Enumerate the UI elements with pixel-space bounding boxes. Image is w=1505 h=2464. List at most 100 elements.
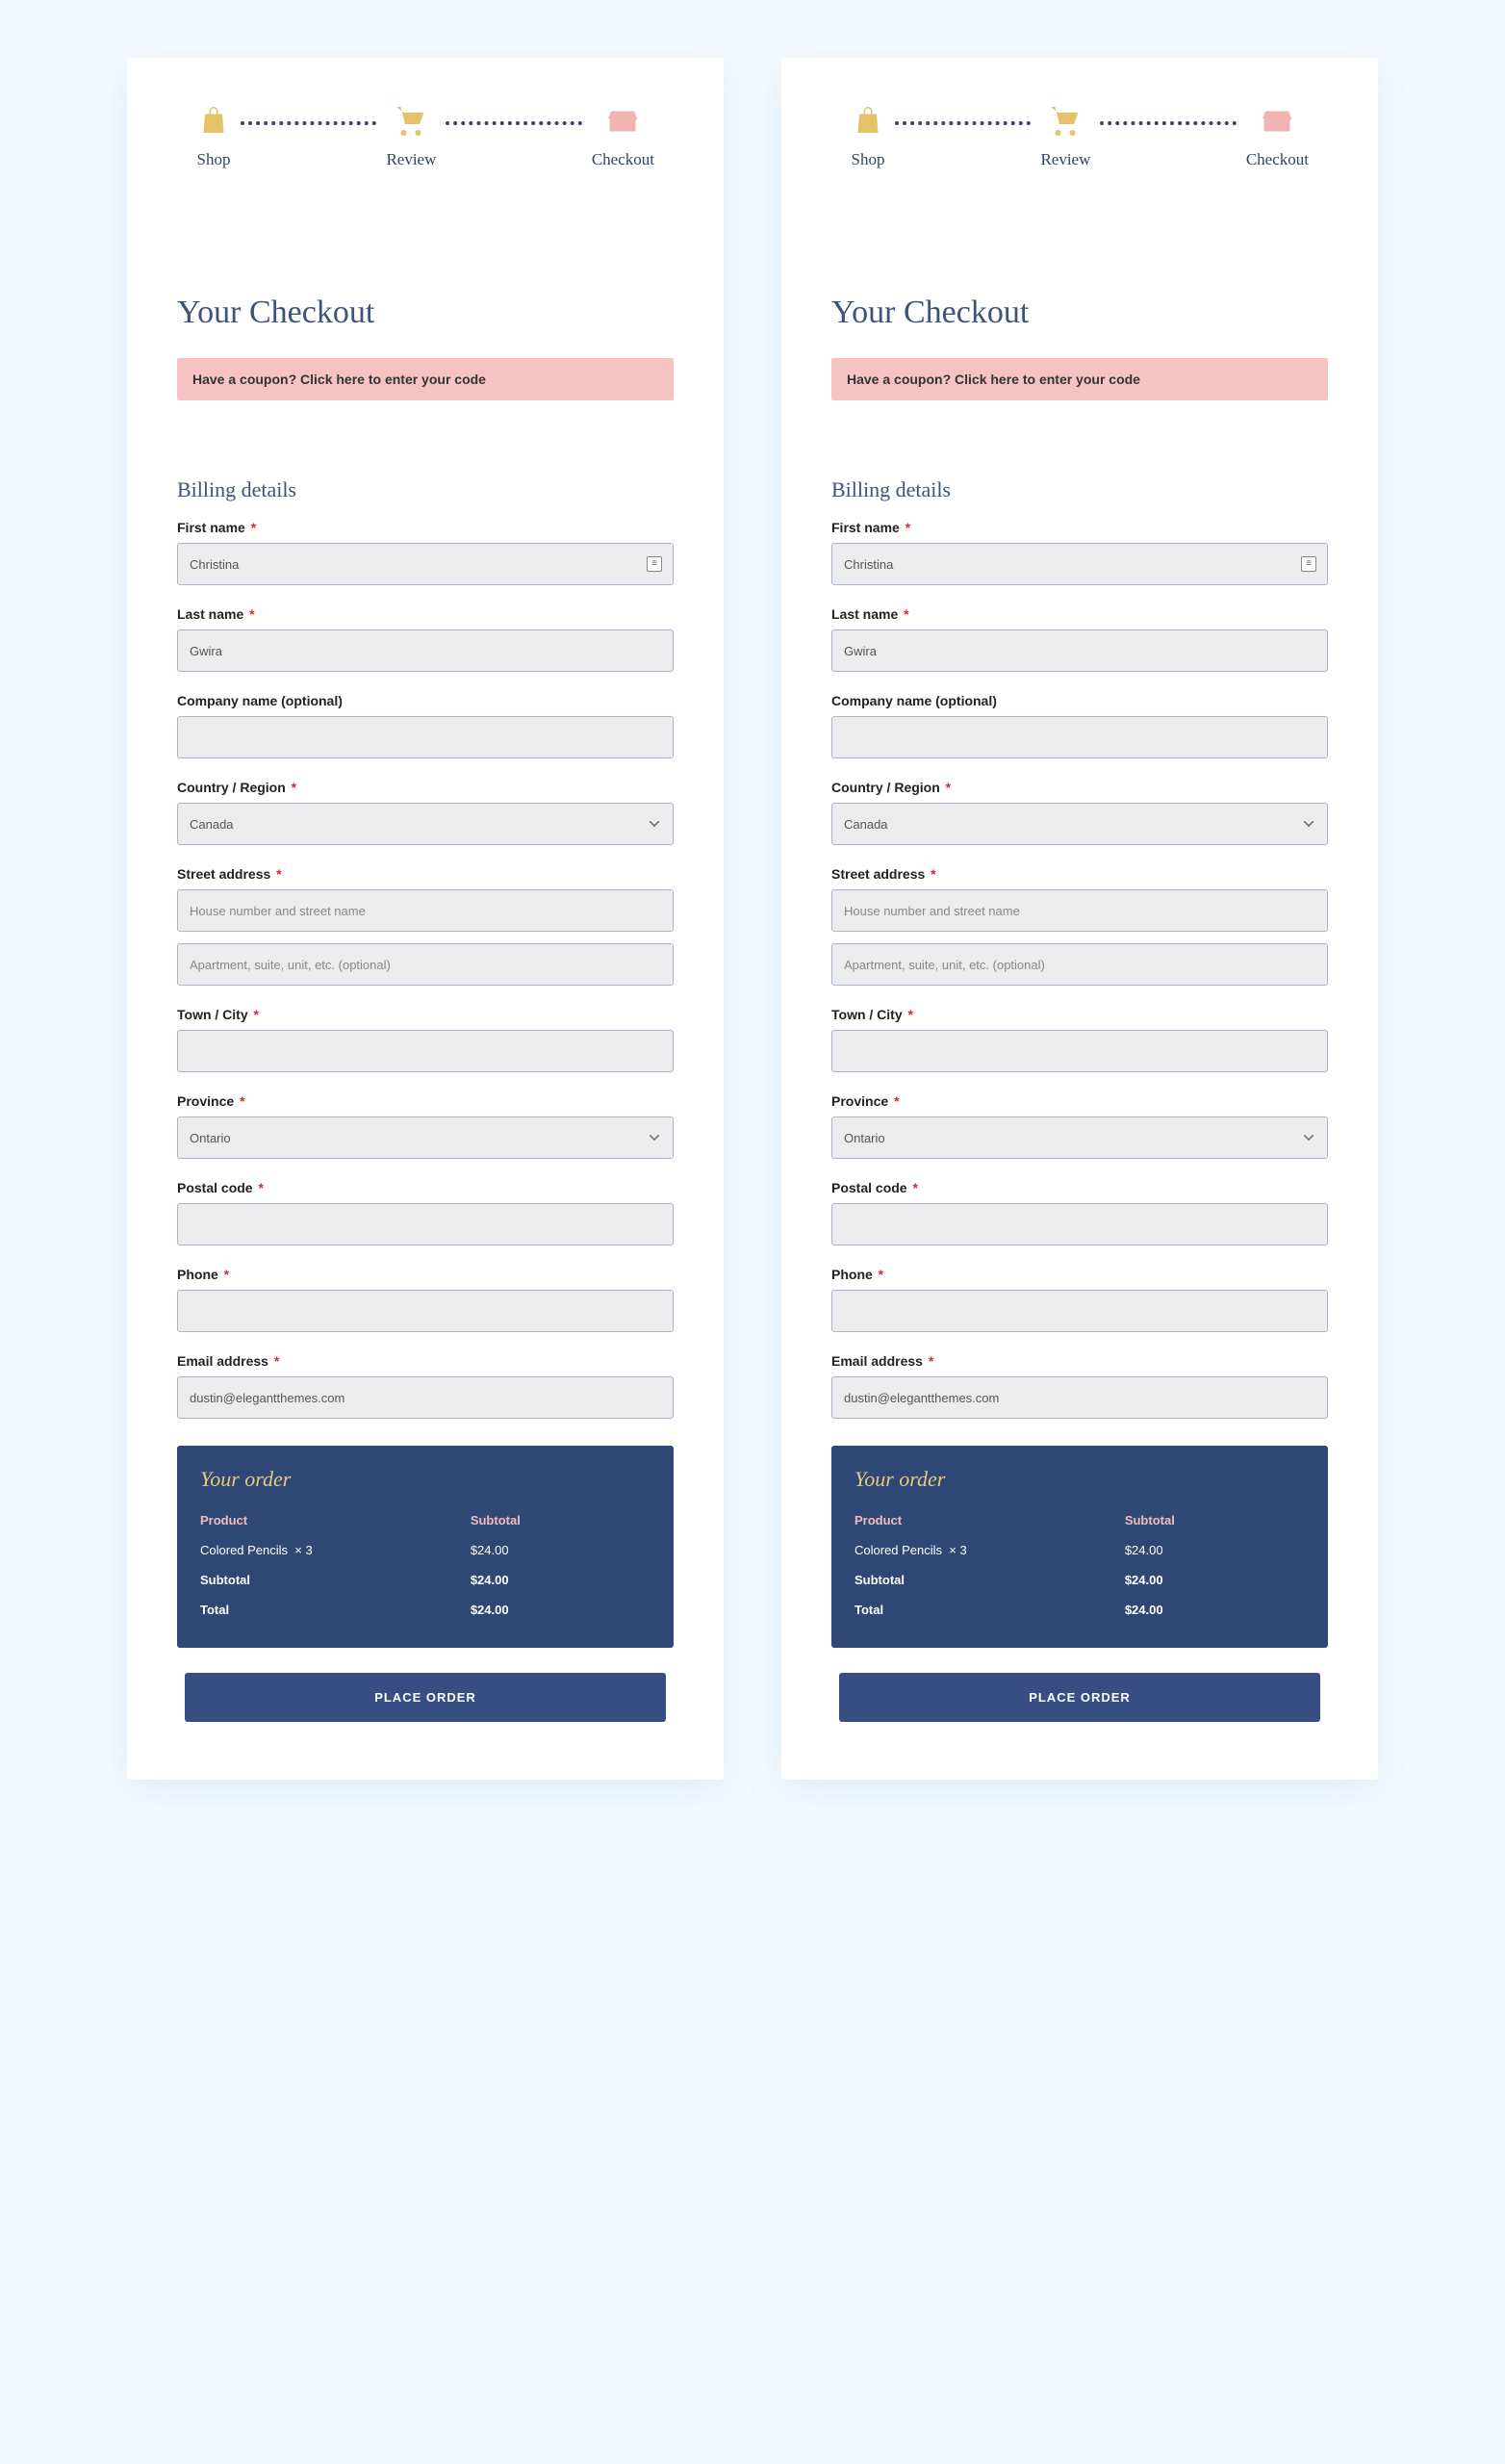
city-field[interactable] xyxy=(831,1030,1328,1072)
step-label: Shop xyxy=(197,150,231,169)
order-header-row: Product Subtotal xyxy=(200,1505,650,1535)
company-field[interactable] xyxy=(831,716,1328,758)
last-name-row: Last name * xyxy=(177,606,674,672)
step-label: Review xyxy=(1040,150,1090,169)
coupon-toggle[interactable]: Have a coupon? Click here to enter your … xyxy=(177,358,674,400)
progress-dots xyxy=(895,121,1031,125)
bag-icon xyxy=(196,104,231,139)
first-name-row: First name * ≡ xyxy=(177,520,674,585)
step-label: Review xyxy=(386,150,436,169)
step-review[interactable]: Review xyxy=(386,104,436,169)
step-review[interactable]: Review xyxy=(1040,104,1090,169)
phone-label: Phone * xyxy=(177,1267,674,1282)
last-name-label: Last name * xyxy=(177,606,674,622)
order-line-item: Colored Pencils × 3 $24.00 xyxy=(200,1535,650,1565)
phone-label: Phone * xyxy=(831,1267,1328,1282)
page-title: Your Checkout xyxy=(177,295,674,331)
order-subtotal-value: $24.00 xyxy=(1125,1573,1305,1587)
email-label: Email address * xyxy=(831,1353,1328,1369)
last-name-field[interactable] xyxy=(177,629,674,672)
city-row: Town / City * xyxy=(177,1007,674,1072)
company-label: Company name (optional) xyxy=(177,693,674,708)
phone-field[interactable] xyxy=(177,1290,674,1332)
order-item-price: $24.00 xyxy=(1125,1543,1305,1557)
street-2-field[interactable] xyxy=(177,943,674,986)
billing-section-title: Billing details xyxy=(831,477,1328,502)
cart-icon xyxy=(394,104,428,139)
billing-section-title: Billing details xyxy=(177,477,674,502)
province-row: Province * Ontario xyxy=(831,1093,1328,1159)
country-select[interactable]: Canada xyxy=(177,803,674,845)
step-shop[interactable]: Shop xyxy=(851,104,885,169)
city-row: Town / City * xyxy=(831,1007,1328,1072)
phone-field[interactable] xyxy=(831,1290,1328,1332)
order-line-item: Colored Pencils × 3 $24.00 xyxy=(855,1535,1305,1565)
order-total-label: Total xyxy=(200,1603,471,1617)
cart-icon xyxy=(1048,104,1083,139)
postal-row: Postal code * xyxy=(177,1180,674,1245)
street-label: Street address * xyxy=(177,866,674,882)
order-item-qty: × 3 xyxy=(294,1543,312,1557)
step-label: Checkout xyxy=(1246,150,1309,169)
step-checkout[interactable]: Checkout xyxy=(592,104,654,169)
company-row: Company name (optional) xyxy=(177,693,674,758)
postal-label: Postal code * xyxy=(831,1180,1328,1195)
province-select[interactable]: Ontario xyxy=(831,1116,1328,1159)
company-field[interactable] xyxy=(177,716,674,758)
city-label: Town / City * xyxy=(177,1007,674,1022)
progress-dots xyxy=(241,121,376,125)
order-subtotal-row: Subtotal $24.00 xyxy=(855,1565,1305,1595)
city-field[interactable] xyxy=(177,1030,674,1072)
store-icon xyxy=(1260,104,1294,139)
order-total-value: $24.00 xyxy=(471,1603,650,1617)
postal-field[interactable] xyxy=(831,1203,1328,1245)
last-name-field[interactable] xyxy=(831,629,1328,672)
province-label: Province * xyxy=(177,1093,674,1109)
first-name-label: First name * xyxy=(177,520,674,535)
last-name-row: Last name * xyxy=(831,606,1328,672)
order-subtotal-label: Subtotal xyxy=(200,1573,471,1587)
phone-row: Phone * xyxy=(831,1267,1328,1332)
street-2-field[interactable] xyxy=(831,943,1328,986)
store-icon xyxy=(605,104,640,139)
coupon-toggle[interactable]: Have a coupon? Click here to enter your … xyxy=(831,358,1328,400)
order-header-product: Product xyxy=(855,1513,1125,1527)
progress-dots xyxy=(1100,121,1236,125)
country-select[interactable]: Canada xyxy=(831,803,1328,845)
progress-dots xyxy=(446,121,581,125)
order-header-subtotal: Subtotal xyxy=(471,1513,650,1527)
phone-row: Phone * xyxy=(177,1267,674,1332)
email-field[interactable] xyxy=(831,1376,1328,1419)
postal-row: Postal code * xyxy=(831,1180,1328,1245)
order-title: Your order xyxy=(200,1467,650,1492)
step-checkout[interactable]: Checkout xyxy=(1246,104,1309,169)
order-subtotal-value: $24.00 xyxy=(471,1573,650,1587)
first-name-field[interactable] xyxy=(177,543,674,585)
order-item-qty: × 3 xyxy=(949,1543,966,1557)
last-name-label: Last name * xyxy=(831,606,1328,622)
place-order-button[interactable]: PLACE ORDER xyxy=(185,1673,666,1722)
order-header-subtotal: Subtotal xyxy=(1125,1513,1305,1527)
place-order-button[interactable]: PLACE ORDER xyxy=(839,1673,1320,1722)
email-field[interactable] xyxy=(177,1376,674,1419)
first-name-row: First name * ≡ xyxy=(831,520,1328,585)
street-label: Street address * xyxy=(831,866,1328,882)
step-shop[interactable]: Shop xyxy=(196,104,231,169)
order-summary: Your order Product Subtotal Colored Penc… xyxy=(177,1446,674,1648)
order-total-row: Total $24.00 xyxy=(200,1595,650,1625)
company-label: Company name (optional) xyxy=(831,693,1328,708)
order-summary: Your order Product Subtotal Colored Penc… xyxy=(831,1446,1328,1648)
province-label: Province * xyxy=(831,1093,1328,1109)
street-1-field[interactable] xyxy=(177,889,674,932)
province-select[interactable]: Ontario xyxy=(177,1116,674,1159)
street-row: Street address * xyxy=(831,866,1328,986)
autofill-icon: ≡ xyxy=(647,556,662,572)
first-name-field[interactable] xyxy=(831,543,1328,585)
progress-stepper: Shop Review Checkout xyxy=(177,104,674,169)
step-label: Checkout xyxy=(592,150,654,169)
order-subtotal-label: Subtotal xyxy=(855,1573,1125,1587)
order-item-price: $24.00 xyxy=(471,1543,650,1557)
street-1-field[interactable] xyxy=(831,889,1328,932)
autofill-icon: ≡ xyxy=(1301,556,1316,572)
postal-field[interactable] xyxy=(177,1203,674,1245)
